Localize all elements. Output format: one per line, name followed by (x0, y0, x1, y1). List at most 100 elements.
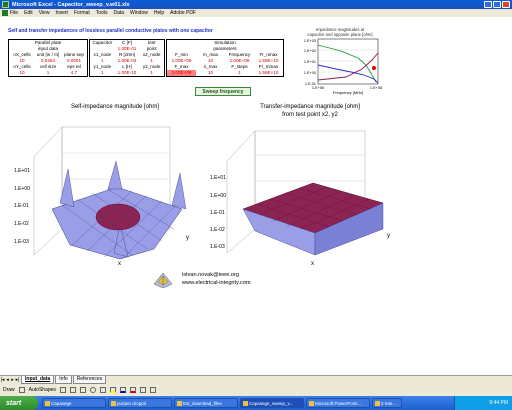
os-taskbar: start Capasege purpen droppit Ext_downle… (0, 396, 512, 410)
axis-x-label: x (118, 261, 121, 267)
font-color-icon[interactable] (129, 387, 136, 393)
left-ztick: 1.E-01 (14, 203, 29, 209)
sweep-frequency-button[interactable]: Sweep frequency (195, 87, 251, 96)
start-button[interactable]: start (0, 396, 38, 410)
mini-chart-xlabel: Frequency [MHz] (333, 90, 363, 95)
oval-tool-icon[interactable] (89, 387, 96, 393)
menu-adobe-pdf[interactable]: Adobe PDF (170, 10, 196, 16)
mini-chart-xtick: 1.E+08 (370, 86, 382, 90)
draw-menu-button[interactable]: Draw (3, 387, 15, 393)
impedance-mini-chart: Impedance magnitudes at capacitor and op… (296, 25, 384, 97)
menu-format[interactable]: Format (74, 10, 90, 16)
taskbar-item[interactable]: 2 Inte... (372, 398, 402, 408)
transfer-impedance-title-line2: from test point x2, y2 (282, 111, 338, 118)
plot-sidewall (226, 130, 256, 254)
taskbar-item-active[interactable]: Capasege_sweep_v... (240, 398, 304, 408)
sim-value-cell[interactable]: 10 (196, 70, 225, 76)
surface-spike (107, 160, 123, 190)
surface-dip (95, 203, 141, 231)
close-button[interactable] (502, 1, 510, 8)
tab-info[interactable]: Info (55, 376, 72, 384)
select-pointer-icon[interactable] (18, 387, 25, 393)
surface-spike (171, 172, 187, 210)
menu-bar: File Edit View Insert Format Tools Data … (0, 9, 512, 17)
sim-value-cell-selected[interactable]: 1.00E+09 (167, 70, 196, 76)
plot-sidewall (33, 126, 63, 256)
axis-x-label: x (311, 261, 314, 267)
right-ztick: 1.E+00 (210, 193, 226, 199)
taskbar-item[interactable]: Ext_downlead_files (174, 398, 238, 408)
shadow-icon[interactable] (149, 387, 156, 393)
right-ztick: 1.E-02 (210, 227, 225, 233)
transfer-impedance-surface-plot: x y (226, 130, 390, 267)
simulation-table: Simulation parameters F_min m_max Freque… (166, 39, 284, 77)
author-credit: istvan.novak@ieee.org www.electrical-int… (182, 271, 251, 287)
mini-chart-ytick: 1.E+01 (304, 60, 316, 64)
left-ztick: 1.E-02 (14, 221, 29, 227)
system-tray: 9:44 PM (454, 396, 512, 410)
line-tool-icon[interactable] (59, 387, 66, 393)
autoshapes-button[interactable]: AutoShapes (29, 387, 56, 393)
electrical-integrity-logo (153, 272, 173, 289)
mini-chart-xtick: 1.E+06 (312, 86, 324, 90)
transfer-impedance-title: Transfer-impedance magnitude [ohm] from … (230, 104, 390, 119)
tab-references[interactable]: References (72, 376, 107, 384)
menu-data[interactable]: Data (113, 10, 124, 16)
taskbar-buttons: Capasege purpen droppit Ext_downlead_fil… (42, 398, 402, 408)
right-ztick: 1.E-01 (210, 210, 225, 216)
line-style-icon[interactable] (139, 387, 146, 393)
menu-file[interactable]: File (10, 10, 18, 16)
mini-chart-marker (372, 66, 376, 70)
plane-input-table: Parallel plate input data nX_cells unit … (8, 39, 88, 77)
plane-value-cell[interactable]: 1 (35, 70, 61, 76)
right-ztick: 1.E+01 (210, 175, 226, 181)
clock: 9:44 PM (489, 400, 508, 406)
taskbar-item[interactable]: Capasege (42, 398, 106, 408)
rectangle-tool-icon[interactable] (79, 387, 86, 393)
self-impedance-title: Self-impedance magnitude [ohm] (40, 104, 190, 112)
mini-chart-ytick: 1.E+00 (304, 71, 316, 75)
textbox-tool-icon[interactable] (99, 387, 106, 393)
minimize-button[interactable] (484, 1, 492, 8)
menu-tools[interactable]: Tools (96, 10, 108, 16)
self-impedance-surface-plot: x y (33, 126, 189, 267)
worksheet: Self and transfer impedances of lossless… (0, 17, 512, 374)
capacitor-table: Capacitor C [F] test 1.00E-01 point x1_n… (89, 39, 165, 77)
sim-value-cell[interactable]: 1 (225, 70, 254, 76)
line-color-icon[interactable] (119, 387, 126, 393)
cap-value-cell[interactable]: 1 (139, 70, 164, 76)
author-site-link[interactable]: www.electrical-integrity.com (182, 279, 251, 287)
excel-icon (2, 1, 9, 8)
restore-button[interactable] (493, 1, 501, 8)
transfer-impedance-title-line1: Transfer-impedance magnitude [ohm] (260, 104, 360, 110)
sheet-title: Self and transfer impedances of lossless… (8, 28, 213, 34)
menu-window[interactable]: Window (130, 10, 148, 16)
last-sheet-arrow-icon[interactable]: ▸| (15, 377, 20, 383)
window-controls (484, 1, 510, 8)
window-title: Microsoft Excel - Capacitor_sweep_v.w01.… (12, 1, 130, 8)
mini-chart-ytick: 1.E+03 (304, 39, 316, 43)
mini-chart-plot: 1.E+03 1.E+02 1.E+01 1.E+00 1.E-01 1.E+0… (304, 38, 382, 95)
arrow-tool-icon[interactable] (69, 387, 76, 393)
left-ztick: 1.E-03 (14, 239, 29, 245)
self-impedance-title-text: Self-impedance magnitude [ohm] (70, 104, 160, 110)
menu-edit[interactable]: Edit (24, 10, 33, 16)
sim-value-cell: 1.59E+10 (258, 70, 279, 75)
right-ztick: 1.E-03 (210, 244, 225, 250)
plane-value-cell[interactable]: 10 (9, 70, 35, 76)
cap-value-cell[interactable]: 1.00E-10 (115, 70, 140, 76)
menu-view[interactable]: View (39, 10, 50, 16)
tab-input-data[interactable]: Input_data (21, 376, 55, 384)
fill-color-icon[interactable] (109, 387, 116, 393)
plane-value-cell[interactable]: 4.7 (61, 70, 87, 76)
sheet-icon (2, 10, 8, 16)
cap-value-cell[interactable]: 1 (90, 70, 115, 76)
menu-help[interactable]: Help (154, 10, 164, 16)
taskbar-item[interactable]: Microsoft PowerPoint... (306, 398, 370, 408)
menu-insert[interactable]: Insert (55, 10, 68, 16)
taskbar-item[interactable]: purpen droppit (108, 398, 172, 408)
left-ztick: 1.E+01 (14, 168, 30, 174)
author-email-link[interactable]: istvan.novak@ieee.org (182, 271, 251, 279)
axis-y-label: y (387, 233, 390, 239)
drawing-toolbar: Draw AutoShapes (0, 384, 512, 396)
